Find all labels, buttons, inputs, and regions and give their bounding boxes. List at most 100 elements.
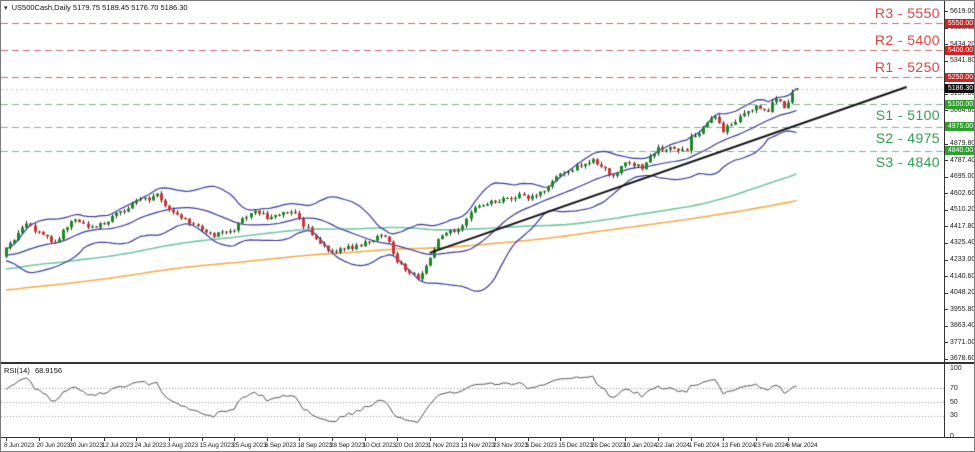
date-tick-label: 6 Sep 2023 [265, 442, 296, 449]
price-tick-label: 4695.00 [950, 173, 975, 180]
chart-ohlc-values: 5179.75 5189.45 5176.70 5186.30 [73, 3, 188, 12]
price-tick-label: 4325.40 [950, 239, 975, 246]
rsi-scale-label: 30 [950, 412, 958, 419]
date-tick-mark [267, 438, 268, 441]
price-axis-separator [944, 1, 945, 437]
date-tick-mark [625, 438, 626, 441]
date-tick-mark [756, 438, 757, 441]
price-badge-4840: 4840.00 [945, 146, 975, 155]
price-tick-label: 4233.00 [950, 256, 975, 263]
date-tick-label: 23 Nov 2023 [493, 442, 528, 449]
price-tick-mark [945, 110, 948, 111]
date-tick-mark [593, 438, 594, 441]
price-tick-mark [945, 243, 948, 244]
date-tick-label: 15 Aug 2023 [200, 442, 234, 449]
date-tick-mark [299, 438, 300, 441]
price-tick-label: 5619.00 [950, 8, 975, 15]
rsi-value: 68.9156 [35, 366, 62, 375]
date-tick-label: 23 Feb 2024 [754, 442, 788, 449]
price-badge-last-price: 5186.30 [945, 84, 975, 93]
price-tick-mark [945, 359, 948, 360]
date-tick-label: 20 Jun 2023 [37, 442, 71, 449]
date-tick-mark [365, 438, 366, 441]
date-tick-label: 25 Aug 2023 [232, 442, 266, 449]
date-tick-label: 3 Aug 2023 [167, 442, 198, 449]
price-tick-mark [945, 193, 948, 194]
price-tick-label: 3955.80 [950, 306, 975, 313]
price-tick-mark [945, 11, 948, 12]
date-axis[interactable]: 8 Jun 202320 Jun 202330 Jun 202312 Jul 2… [1, 438, 975, 452]
sr-label-r3[interactable]: R3 - 5550 [875, 5, 940, 21]
date-tick-label: 30 Jun 2023 [69, 442, 103, 449]
price-badge-5250: 5250.00 [945, 73, 975, 82]
price-tick-label: 3771.00 [950, 339, 975, 346]
date-tick-mark [430, 438, 431, 441]
price-tick-mark [945, 160, 948, 161]
rsi-pane-canvas[interactable] [1, 364, 944, 437]
date-tick-mark [397, 438, 398, 441]
chart-symbol-label: US500Cash,Daily [12, 3, 71, 12]
price-tick-label: 4602.60 [950, 190, 975, 197]
sr-label-s2[interactable]: S2 - 4975 [876, 130, 940, 146]
price-badge-5550: 5550.00 [945, 19, 975, 28]
chart-symbol-icon: ▾ [4, 5, 8, 12]
date-tick-mark [136, 438, 137, 441]
price-tick-mark [945, 177, 948, 178]
date-tick-label: 15 Dec 2023 [558, 442, 593, 449]
sr-label-r2[interactable]: R2 - 5400 [875, 32, 940, 48]
date-tick-mark [528, 438, 529, 441]
date-tick-label: 1 Nov 2023 [428, 442, 459, 449]
date-tick-mark [39, 438, 40, 441]
date-tick-mark [788, 438, 789, 441]
price-badge-5100: 5100.00 [945, 100, 975, 109]
price-tick-mark [945, 94, 948, 95]
date-tick-mark [202, 438, 203, 441]
price-tick-label: 4787.40 [950, 157, 975, 164]
chart-title: ▾ US500Cash,Daily 5179.75 5189.45 5176.7… [4, 3, 188, 12]
date-tick-label: 1 Feb 2024 [689, 442, 720, 449]
date-tick-label: 22 Jan 2024 [656, 442, 690, 449]
rsi-indicator-label: RSI(14) 68.9156 [4, 366, 65, 375]
date-tick-mark [495, 438, 496, 441]
date-tick-mark [462, 438, 463, 441]
price-tick-mark [945, 276, 948, 277]
date-tick-mark [560, 438, 561, 441]
price-tick-mark [945, 342, 948, 343]
rsi-scale-label: 50 [950, 399, 958, 406]
price-tick-label: 4140.60 [950, 273, 975, 280]
date-tick-label: 13 Nov 2023 [460, 442, 495, 449]
price-tick-mark [945, 293, 948, 294]
price-tick-label: 4417.80 [950, 223, 975, 230]
date-tick-mark [234, 438, 235, 441]
date-tick-label: 24 Jul 2023 [134, 442, 165, 449]
price-tick-mark [945, 326, 948, 327]
rsi-scale-label: 100 [950, 365, 962, 372]
price-tick-mark [945, 260, 948, 261]
date-axis-separator [1, 437, 975, 438]
date-tick-label: 13 Feb 2024 [721, 442, 755, 449]
price-axis[interactable]: 5619.005526.605434.205341.805157.005064.… [945, 1, 975, 437]
price-tick-mark [945, 144, 948, 145]
date-tick-mark [332, 438, 333, 441]
date-tick-label: 10 Oct 2023 [363, 442, 396, 449]
mt4-chart-window: ▾ US500Cash,Daily 5179.75 5189.45 5176.7… [0, 0, 975, 452]
date-tick-mark [691, 438, 692, 441]
date-tick-label: 8 Jun 2023 [4, 442, 34, 449]
price-tick-mark [945, 28, 948, 29]
date-tick-mark [71, 438, 72, 441]
price-tick-label: 5341.80 [950, 57, 975, 64]
price-tick-label: 3863.40 [950, 322, 975, 329]
price-badge-5400: 5400.00 [945, 46, 975, 55]
price-badge-4975: 4975.00 [945, 122, 975, 131]
sr-label-r1[interactable]: R1 - 5250 [875, 59, 940, 75]
sr-label-s3[interactable]: S3 - 4840 [876, 154, 940, 170]
price-tick-label: 4048.20 [950, 289, 975, 296]
pane-separator [1, 362, 975, 364]
date-tick-label: 5 Dec 2023 [526, 442, 557, 449]
date-tick-label: 12 Jul 2023 [102, 442, 133, 449]
date-tick-label: 18 Sep 2023 [297, 442, 332, 449]
sr-label-s1[interactable]: S1 - 5100 [876, 107, 940, 123]
main-chart-canvas[interactable] [1, 1, 944, 363]
date-tick-mark [104, 438, 105, 441]
rsi-scale-label: 70 [950, 385, 958, 392]
